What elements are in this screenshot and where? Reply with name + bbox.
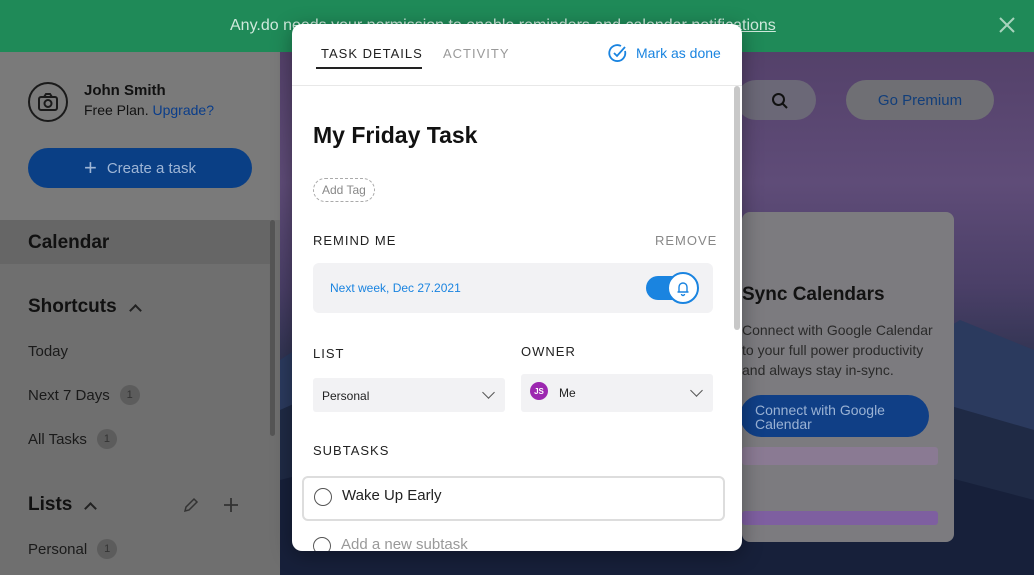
subtask-checkbox[interactable] [314, 488, 332, 506]
sidebar-item-next-7-days[interactable]: Next 7 Days 1 [28, 385, 140, 405]
subtask-label[interactable]: Wake Up Early [342, 487, 441, 504]
plus-icon[interactable] [222, 496, 240, 514]
new-subtask-radio [313, 537, 331, 551]
new-subtask-input[interactable]: Add a new subtask [341, 536, 468, 551]
user-name: John Smith [84, 82, 166, 99]
reminder-date[interactable]: Next week, Dec 27.2021 [330, 281, 461, 295]
sidebar-item-today[interactable]: Today [28, 343, 68, 360]
list-select[interactable]: Personal [313, 378, 505, 412]
app-root: Any.do needs your permission to enable r… [0, 0, 1034, 575]
go-premium-button[interactable]: Go Premium [846, 80, 994, 120]
sidebar-item-label: Next 7 Days [28, 386, 110, 404]
mark-as-done-button[interactable]: Mark as done [608, 43, 721, 63]
remove-reminder-button[interactable]: REMOVE [655, 233, 717, 248]
lists-header[interactable]: Lists [28, 494, 98, 516]
connect-google-button[interactable]: Connect with Google Calendar [740, 395, 929, 437]
chevron-up-icon [128, 304, 142, 317]
sync-description: Connect with Google Calendar to your ful… [742, 322, 933, 378]
user-plan: Free Plan. Upgrade? [84, 102, 214, 118]
check-circle-icon [608, 44, 627, 62]
placeholder-bar [742, 511, 938, 525]
lists-actions [182, 496, 240, 514]
sync-title: Sync Calendars [742, 284, 885, 305]
pencil-icon[interactable] [182, 496, 200, 514]
chevron-down-icon [690, 384, 703, 397]
upgrade-link[interactable]: Upgrade? [152, 102, 214, 118]
list-label: LIST [313, 346, 345, 361]
sidebar-item-label: All Tasks [28, 430, 87, 448]
owner-value: Me [559, 386, 576, 400]
create-task-button[interactable]: + Create a task [28, 148, 252, 188]
shortcuts-title: Shortcuts [28, 296, 117, 317]
avatar: JS [530, 382, 548, 400]
count-badge: 1 [96, 429, 117, 449]
task-title[interactable]: My Friday Task [313, 122, 477, 149]
subtasks-label: SUBTASKS [313, 443, 390, 458]
list-value: Personal [322, 389, 370, 403]
reminder-row[interactable]: Next week, Dec 27.2021 [313, 263, 713, 313]
remind-me-label: REMIND ME [313, 233, 397, 248]
count-badge: 1 [97, 539, 118, 559]
sidebar-scrollbar[interactable] [270, 220, 275, 436]
sidebar-item-calendar[interactable]: Calendar [0, 220, 270, 264]
owner-select[interactable]: JS Me [521, 374, 713, 412]
shortcuts-header[interactable]: Shortcuts [28, 296, 142, 318]
modal-scrollbar[interactable] [734, 86, 740, 330]
mark-as-done-label: Mark as done [636, 45, 721, 61]
sidebar: John Smith Free Plan. Upgrade? + Create … [0, 52, 280, 575]
sidebar-nav: Calendar Shortcuts Today Next 7 Days 1 A… [0, 220, 280, 575]
plan-label: Free Plan. [84, 102, 149, 118]
add-tag-button[interactable]: Add Tag [313, 178, 375, 202]
owner-label: OWNER [521, 344, 576, 359]
modal-header: TASK DETAILS ACTIVITY Mark as done [292, 24, 742, 86]
active-tab-underline [316, 67, 422, 69]
sidebar-item-label: Personal [28, 540, 88, 558]
bell-icon [667, 272, 699, 304]
chevron-down-icon [482, 386, 495, 399]
sidebar-item-all-tasks[interactable]: All Tasks 1 [28, 429, 117, 449]
placeholder-bar [742, 447, 938, 465]
subtask-item[interactable]: Wake Up Early [302, 476, 725, 521]
sidebar-item-personal[interactable]: Personal 1 [28, 539, 118, 559]
tab-task-details[interactable]: TASK DETAILS [321, 46, 423, 61]
plus-icon: + [83, 155, 97, 180]
sidebar-item-label: Today [28, 343, 69, 360]
close-icon[interactable] [998, 16, 1016, 34]
create-task-label: Create a task [106, 159, 197, 177]
count-badge: 1 [119, 385, 140, 405]
search-icon [772, 93, 788, 109]
tab-activity[interactable]: ACTIVITY [443, 46, 510, 61]
camera-icon[interactable] [28, 82, 68, 122]
calendar-label: Calendar [28, 232, 110, 253]
chevron-up-icon [84, 502, 98, 515]
task-details-modal: TASK DETAILS ACTIVITY Mark as done My Fr… [292, 24, 742, 551]
lists-title: Lists [28, 494, 73, 515]
